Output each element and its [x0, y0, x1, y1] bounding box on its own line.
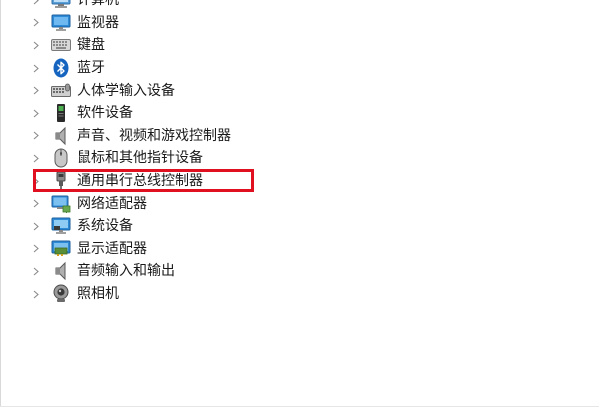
tree-node-hid[interactable]: 人体学输入设备: [0, 79, 599, 102]
hid-icon: [51, 81, 71, 101]
monitor-icon: [51, 13, 71, 33]
tree-node-label: 鼠标和其他指针设备: [77, 150, 203, 167]
chevron-right-icon[interactable]: [31, 57, 41, 79]
chevron-right-icon[interactable]: [31, 215, 41, 237]
tree-node-label: 系统设备: [77, 218, 133, 235]
keyboard-icon: [51, 35, 71, 55]
speaker-icon: [51, 126, 71, 146]
tree-node-software-devices[interactable]: 软件设备: [0, 102, 599, 125]
network-adapter-icon: [51, 194, 71, 214]
device-tree: 计算机 监视器 键盘 蓝牙 人体学输入设备 软件设备 声音、视频和游戏控制器 鼠…: [0, 0, 599, 305]
system-device-icon: [51, 216, 71, 236]
computer-icon: [51, 0, 71, 10]
tree-node-label: 声音、视频和游戏控制器: [77, 127, 231, 144]
chevron-right-icon[interactable]: [31, 170, 41, 192]
tree-node-label: 监视器: [77, 14, 119, 31]
audio-io-icon: [51, 261, 71, 281]
chevron-right-icon[interactable]: [31, 80, 41, 102]
chevron-right-icon[interactable]: [31, 147, 41, 169]
tree-node-display-adapters[interactable]: 显示适配器: [0, 238, 599, 261]
chevron-right-icon[interactable]: [31, 238, 41, 260]
tree-node-label: 键盘: [77, 37, 105, 54]
tree-node-computer[interactable]: 计算机: [0, 0, 599, 12]
tree-node-keyboards[interactable]: 键盘: [0, 34, 599, 57]
tree-node-cameras[interactable]: 照相机: [0, 283, 599, 306]
camera-icon: [51, 284, 71, 304]
tree-node-sound-video-game[interactable]: 声音、视频和游戏控制器: [0, 125, 599, 148]
display-adapter-icon: [51, 239, 71, 259]
tree-node-label: 音频输入和输出: [77, 263, 175, 280]
chevron-right-icon[interactable]: [31, 283, 41, 305]
chevron-right-icon[interactable]: [31, 260, 41, 282]
tree-node-label: 显示适配器: [77, 240, 147, 257]
tree-node-bluetooth[interactable]: 蓝牙: [0, 57, 599, 80]
tree-node-mice[interactable]: 鼠标和其他指针设备: [0, 147, 599, 170]
chevron-right-icon[interactable]: [31, 193, 41, 215]
chevron-right-icon[interactable]: [31, 125, 41, 147]
tree-node-label: 人体学输入设备: [77, 82, 175, 99]
mouse-icon: [51, 148, 71, 168]
chevron-right-icon[interactable]: [31, 12, 41, 34]
chevron-right-icon[interactable]: [31, 0, 41, 11]
tree-node-audio-io[interactable]: 音频输入和输出: [0, 260, 599, 283]
tree-node-network-adapters[interactable]: 网络适配器: [0, 192, 599, 215]
tree-node-monitors[interactable]: 监视器: [0, 12, 599, 35]
device-manager-tree-pane: 计算机 监视器 键盘 蓝牙 人体学输入设备 软件设备 声音、视频和游戏控制器 鼠…: [0, 0, 599, 407]
usb-icon: [51, 171, 71, 191]
tree-node-label: 通用串行总线控制器: [77, 173, 203, 190]
software-device-icon: [51, 103, 71, 123]
tree-node-label: 软件设备: [77, 105, 133, 122]
chevron-right-icon[interactable]: [31, 102, 41, 124]
tree-node-label: 网络适配器: [77, 195, 147, 212]
tree-node-label: 照相机: [77, 286, 119, 303]
chevron-right-icon[interactable]: [31, 34, 41, 56]
tree-node-label: 蓝牙: [77, 60, 105, 77]
tree-node-label: 计算机: [77, 0, 119, 9]
bluetooth-icon: [51, 58, 71, 78]
tree-node-usb-controllers[interactable]: 通用串行总线控制器: [0, 170, 599, 193]
tree-node-system-devices[interactable]: 系统设备: [0, 215, 599, 238]
